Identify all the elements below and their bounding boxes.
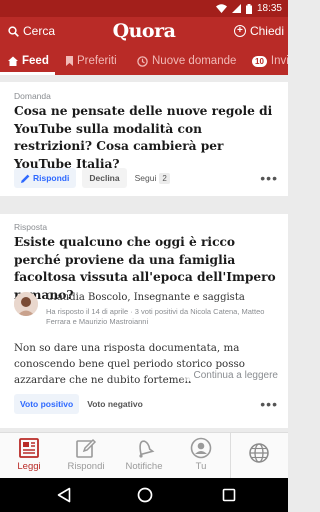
follow-count: 2 [159,172,170,184]
pencil-icon [21,174,30,183]
app-bar: Cerca Quora + Chiedi [0,17,288,47]
author-name[interactable]: Claudia Boscolo, Insegnante e saggista [46,292,245,303]
nav-tu-label: Tu [195,461,207,472]
read-icon [19,438,39,458]
nav-rispondi-label: Rispondi [67,461,105,472]
follow-button[interactable]: Segui 2 [134,172,170,184]
bottom-nav: Leggi Rispondi Notifiche Tu [0,432,288,479]
active-tab-indicator [0,72,55,75]
signal-icon [231,4,241,13]
avatar[interactable] [14,292,38,316]
question-title[interactable]: Cosa ne pensate delle nuove regole di Yo… [14,103,280,173]
tab-nuove-domande[interactable]: Nuove domande [137,47,236,75]
wifi-icon [215,4,227,13]
plus-circle-icon: + [233,25,246,37]
question-actions: Rispondi Declina Segui 2 ••• [14,168,278,188]
tab-inviti[interactable]: 10 Invi [252,47,288,75]
decline-button[interactable]: Declina [82,168,127,188]
back-icon[interactable] [57,487,71,503]
answer-button[interactable]: Rispondi [14,168,77,188]
profile-icon [190,437,212,459]
tab-preferiti[interactable]: Preferiti [66,47,117,75]
question-type-label: Domanda [14,91,51,101]
feed-tabs: Feed Preferiti Nuove domande 10 Invi [0,47,288,75]
answer-meta: Ha risposto il 14 di aprile · 3 voti pos… [46,307,265,326]
tab-feed-label: Feed [22,55,49,67]
tab-nuove-domande-label: Nuove domande [152,55,237,67]
downvote-button[interactable]: Voto negativo [87,399,143,409]
tab-preferiti-label: Preferiti [77,55,117,67]
tab-inviti-label: Invi [270,55,288,67]
pencil-icon [76,438,97,458]
nav-notifiche[interactable]: Notifiche [115,433,173,479]
recents-icon[interactable] [222,487,236,503]
nav-globe[interactable] [230,433,288,479]
battery-icon [245,3,252,14]
answer-type-label: Risposta [14,222,48,232]
bookmark-icon [66,56,73,66]
author-row: Claudia Boscolo, Insegnante e saggista H… [14,292,284,332]
invites-badge: 10 [252,55,267,67]
nav-rispondi[interactable]: Rispondi [57,433,115,479]
status-bar: 18:35 [0,0,288,17]
upvote-button[interactable]: Voto positivo [14,394,80,414]
globe-icon [249,443,269,463]
vote-row: Voto positivo Voto negativo ••• [14,394,278,414]
continue-reading-link[interactable]: Continua a leggere [179,370,278,381]
ask-label: Chiedi [249,24,284,38]
question-card[interactable]: Domanda Cosa ne pensate delle nuove rego… [0,82,288,196]
nav-leggi-label: Leggi [17,461,41,472]
status-time: 18:35 [256,3,282,14]
more-options-icon[interactable]: ••• [260,171,278,185]
ask-button[interactable]: + Chiedi [233,24,284,38]
answer-card[interactable]: Risposta Esiste qualcuno che oggi è ricc… [0,214,288,428]
system-nav-bar [0,478,288,512]
nav-notifiche-label: Notifiche [125,461,163,472]
home-icon [8,56,18,66]
tab-feed[interactable]: Feed [8,47,49,75]
nav-tu[interactable]: Tu [172,433,230,479]
bell-icon [139,440,155,458]
more-options-icon[interactable]: ••• [260,397,278,411]
clock-icon [137,55,148,67]
home-circle-icon[interactable] [137,487,153,503]
follow-label: Segui [134,173,157,183]
answer-label: Rispondi [33,173,70,183]
nav-leggi[interactable]: Leggi [0,433,58,479]
